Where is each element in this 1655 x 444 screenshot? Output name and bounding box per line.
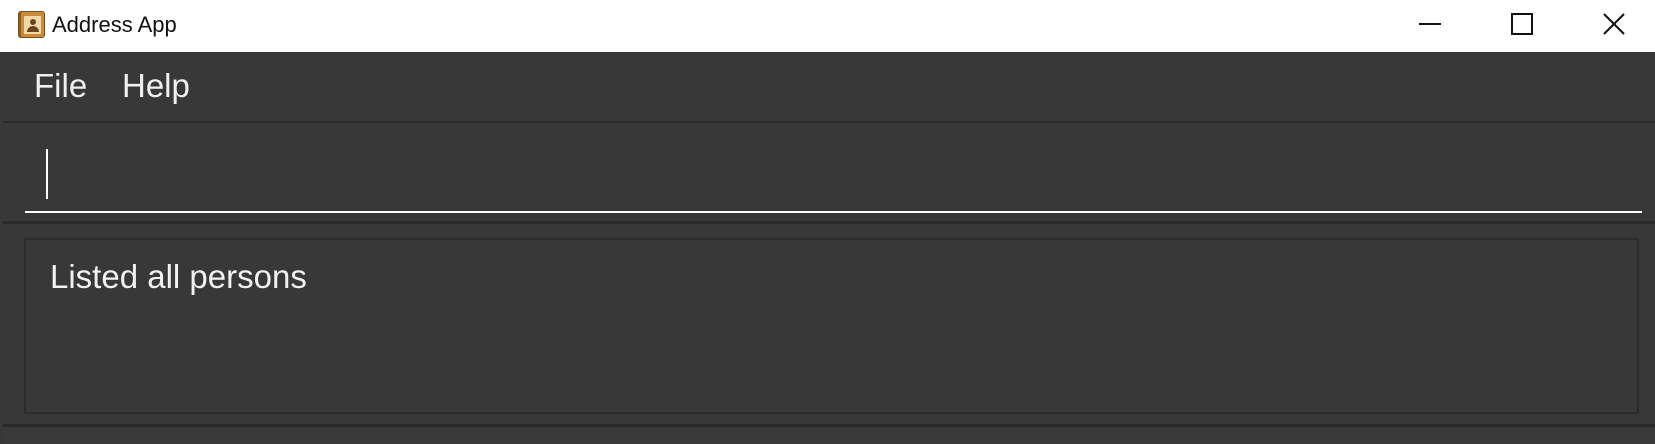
- maximize-button[interactable]: [1476, 0, 1568, 48]
- window-title: Address App: [52, 12, 177, 37]
- result-message: Listed all persons: [50, 258, 307, 295]
- person-list-pane: [3, 427, 1655, 444]
- result-display: Listed all persons: [24, 238, 1639, 414]
- address-book-card: [24, 16, 41, 34]
- menu-help[interactable]: Help: [122, 66, 190, 106]
- close-icon: [1603, 13, 1625, 35]
- minimize-button[interactable]: [1384, 0, 1476, 48]
- command-box-pane: [3, 125, 1655, 224]
- command-input[interactable]: [25, 143, 1642, 213]
- maximize-icon: [1511, 13, 1533, 35]
- close-button[interactable]: [1568, 0, 1655, 48]
- person-body: [27, 26, 39, 32]
- text-caret: [46, 149, 48, 199]
- title-bar[interactable]: Address App: [0, 0, 1655, 52]
- address-book-icon: [18, 11, 45, 38]
- minimize-icon: [1419, 23, 1441, 25]
- menu-file[interactable]: File: [34, 66, 87, 106]
- app-window: Address App File Help Listed all persons: [0, 0, 1655, 444]
- person-head: [30, 19, 36, 25]
- menu-bar: File Help: [3, 52, 1655, 123]
